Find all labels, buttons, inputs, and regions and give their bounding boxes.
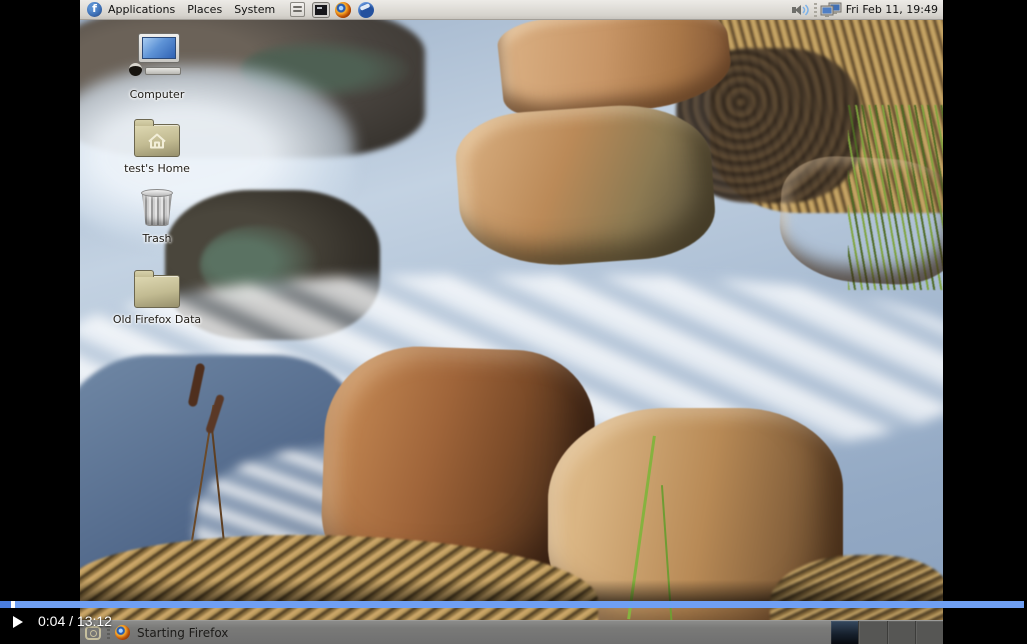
clock-applet[interactable]: Fri Feb 11, 19:49 [846,3,938,16]
fedora-logo-icon[interactable]: f [87,2,102,17]
home-folder-icon [134,124,180,157]
wallpaper-shape [777,153,943,287]
workspace-switcher [831,621,943,644]
desktop-icon-old-firefox-data[interactable]: Old Firefox Data [102,258,212,327]
menu-system[interactable]: System [228,3,281,16]
workspace-3[interactable] [888,621,915,644]
video-player-page: { "player": { "time_display": "0:04 / 13… [0,0,1027,644]
seek-bar[interactable] [0,601,1024,608]
desktop-icon-computer[interactable]: Computer [102,33,212,102]
firefox-icon[interactable] [335,2,352,18]
video-frame[interactable]: f Applications Places System Fri Feb 11,… [80,0,943,644]
desktop-icon-label: test's Home [124,162,190,175]
menu-places[interactable]: Places [181,3,228,16]
applet-handle[interactable] [814,3,817,17]
gnome-menubar: f Applications Places System Fri Feb 11,… [80,0,943,20]
taskbar-window-button[interactable]: Starting Firefox [137,626,228,640]
volume-icon[interactable] [791,2,811,18]
wallpaper-shape [453,99,718,271]
web-globe-icon[interactable] [358,2,375,18]
desktop-icon-trash[interactable]: Trash [102,177,212,246]
seek-bar-playhead[interactable] [11,601,15,608]
desktop-icon-home[interactable]: test's Home [102,107,212,176]
menu-applications[interactable]: Applications [102,3,181,16]
workspace-2[interactable] [859,621,886,644]
launcher-row [289,2,375,18]
workspace-4[interactable] [916,621,943,644]
network-icon[interactable] [820,2,842,18]
file-cabinet-icon[interactable] [289,2,306,18]
seek-bar-played [0,601,11,608]
gnome-bottom-panel: Starting Firefox [80,620,943,644]
trash-icon [141,189,173,227]
play-button[interactable] [13,616,23,628]
firefox-task-icon[interactable] [115,625,130,640]
desktop-icon-label: Computer [130,88,185,101]
time-display: 0:04 / 13:12 [38,613,112,629]
folder-icon [134,275,180,308]
computer-icon [129,33,185,83]
workspace-1[interactable] [831,621,858,644]
terminal-icon[interactable] [312,2,329,18]
desktop-icon-label: Old Firefox Data [113,313,201,326]
desktop-icon-label: Trash [142,232,171,245]
